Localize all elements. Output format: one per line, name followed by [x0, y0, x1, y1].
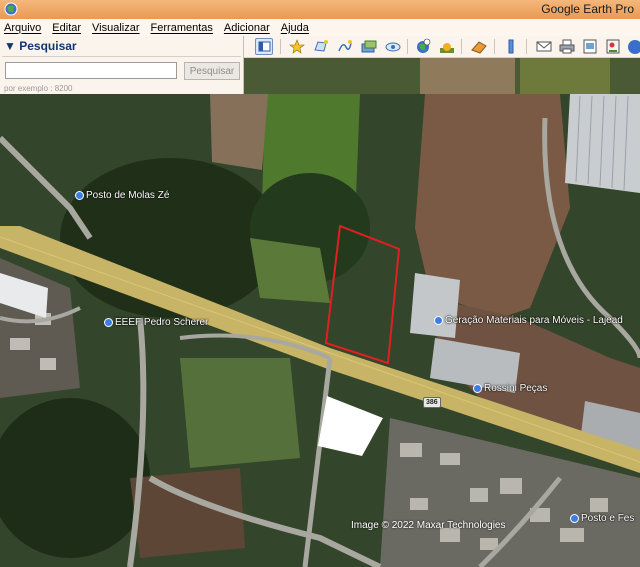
- historical-imagery-icon[interactable]: [414, 38, 432, 55]
- sunlight-icon[interactable]: [438, 38, 456, 55]
- search-button[interactable]: Pesquisar: [184, 62, 240, 80]
- label-posto-fes[interactable]: Posto e Fes: [581, 513, 634, 524]
- menu-editar[interactable]: Editar: [52, 22, 81, 34]
- menu-ferramentas[interactable]: Ferramentas: [151, 22, 213, 34]
- toolbar-separator: [280, 39, 281, 54]
- satellite-imagery[interactable]: [0, 58, 640, 567]
- title-bar: Google Earth Pro: [0, 0, 640, 19]
- geracao-pin-icon[interactable]: [434, 316, 443, 325]
- label-geracao[interactable]: Geração Materiais para Móveis - Lajead: [445, 315, 623, 326]
- tour-icon[interactable]: [384, 38, 402, 55]
- label-rossini[interactable]: Rossini Peças: [484, 383, 547, 394]
- search-input[interactable]: [5, 62, 177, 79]
- path-icon[interactable]: [336, 38, 354, 55]
- polygon-icon[interactable]: [312, 38, 330, 55]
- placemark-icon[interactable]: [288, 38, 306, 55]
- save-image-icon[interactable]: [581, 38, 599, 55]
- label-posto-molas[interactable]: Posto de Molas Zé: [86, 190, 169, 201]
- ruler-icon[interactable]: [502, 38, 520, 55]
- posto-molas-pin-icon[interactable]: [75, 191, 84, 200]
- print-icon[interactable]: [558, 38, 576, 55]
- posto-fes-pin-icon[interactable]: [570, 514, 579, 523]
- globe-icon[interactable]: [626, 38, 640, 55]
- toolbar-separator: [494, 39, 495, 54]
- google-earth-icon: [4, 2, 18, 16]
- overlay-icon[interactable]: [360, 38, 378, 55]
- rossini-pin-icon[interactable]: [473, 384, 482, 393]
- divider: [2, 56, 241, 57]
- label-eeef[interactable]: EEEF Pedro Scherer: [115, 317, 208, 328]
- menu-adicionar[interactable]: Adicionar: [224, 22, 270, 34]
- menu-bar: Arquivo Editar Visualizar Ferramentas Ad…: [0, 19, 640, 36]
- sidebar-toggle-icon[interactable]: [255, 38, 273, 55]
- toolbar-separator: [461, 39, 462, 54]
- menu-arquivo[interactable]: Arquivo: [4, 22, 41, 34]
- toolbar: [244, 36, 640, 58]
- map-view[interactable]: Posto de Molas Zé EEEF Pedro Scherer Ger…: [0, 58, 640, 567]
- menu-ajuda[interactable]: Ajuda: [281, 22, 309, 34]
- toolbar-separator: [526, 39, 527, 54]
- road-shield-386: 386: [423, 397, 441, 408]
- toolbar-separator: [407, 39, 408, 54]
- imagery-attribution: Image © 2022 Maxar Technologies: [351, 520, 506, 531]
- search-hint: por exemplo : 8200: [4, 84, 73, 93]
- search-header-label: Pesquisar: [19, 39, 77, 53]
- window-title: Google Earth Pro: [541, 2, 634, 16]
- email-icon[interactable]: [535, 38, 553, 55]
- eeef-pin-icon[interactable]: [104, 318, 113, 327]
- menu-visualizar[interactable]: Visualizar: [92, 22, 140, 34]
- maps-icon[interactable]: [604, 38, 622, 55]
- planets-icon[interactable]: [470, 38, 488, 55]
- search-panel-header[interactable]: ▼ Pesquisar: [4, 39, 77, 53]
- search-panel: ▼ Pesquisar Pesquisar por exemplo : 8200: [0, 36, 244, 94]
